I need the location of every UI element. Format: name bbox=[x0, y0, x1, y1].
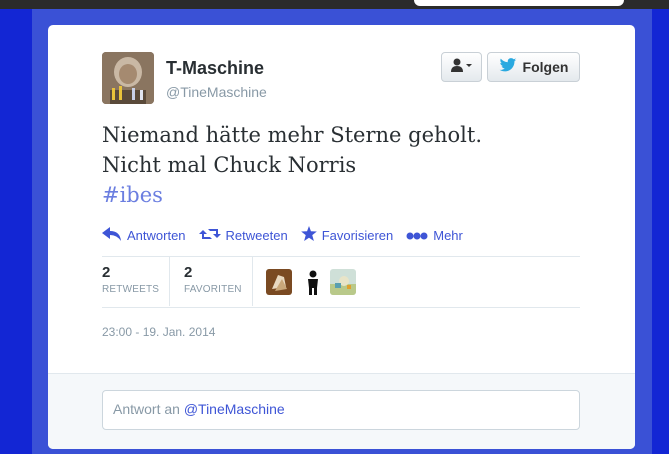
reply-area: Antwort an @TineMaschine bbox=[48, 373, 635, 449]
tweet-card: T-Maschine @TineMaschine Folgen Niemand … bbox=[48, 25, 635, 449]
favoriter-avatar[interactable] bbox=[266, 269, 292, 295]
retweet-icon bbox=[198, 227, 221, 244]
favorites-stat[interactable]: 2 FAVORITEN bbox=[184, 264, 242, 295]
tweet-timestamp[interactable]: 23:00 - 19. Jan. 2014 bbox=[102, 325, 215, 339]
hashtag-link[interactable]: #ibes bbox=[102, 180, 572, 210]
author-name[interactable]: T-Maschine bbox=[166, 58, 264, 79]
user-dropdown-icon bbox=[450, 58, 474, 77]
author-handle[interactable]: @TineMaschine bbox=[166, 84, 267, 100]
more-action[interactable]: Mehr bbox=[406, 226, 463, 244]
follow-label: Folgen bbox=[522, 59, 569, 75]
search-field[interactable] bbox=[414, 0, 624, 6]
divider bbox=[102, 307, 580, 308]
more-dots-icon bbox=[406, 228, 428, 243]
reply-input[interactable]: Antwort an @TineMaschine bbox=[102, 390, 580, 430]
reply-action[interactable]: Antworten bbox=[102, 226, 186, 244]
reply-label: Antworten bbox=[127, 227, 186, 243]
star-icon bbox=[300, 226, 317, 244]
tweet-text-line: Niemand hätte mehr Sterne geholt. bbox=[102, 123, 482, 147]
favoriter-avatar[interactable] bbox=[330, 269, 356, 295]
retweet-label: Retweeten bbox=[225, 227, 288, 243]
favoriter-avatar[interactable] bbox=[300, 269, 326, 295]
reply-placeholder-prefix: Antwort an bbox=[113, 401, 180, 417]
retweets-label: RETWEETS bbox=[102, 284, 160, 295]
retweets-stat[interactable]: 2 RETWEETS bbox=[102, 264, 159, 295]
twitter-bird-icon bbox=[499, 58, 517, 76]
favorites-label: FAVORITEN bbox=[184, 284, 242, 295]
favorites-count: 2 bbox=[184, 264, 193, 281]
top-navigation-bar bbox=[0, 0, 669, 9]
follow-button[interactable]: Folgen bbox=[487, 52, 580, 82]
reply-arrow-icon bbox=[102, 226, 122, 244]
more-label: Mehr bbox=[433, 227, 463, 243]
favorite-action[interactable]: Favorisieren bbox=[300, 226, 394, 244]
user-actions-dropdown[interactable] bbox=[441, 52, 482, 82]
divider bbox=[102, 256, 580, 257]
stat-separator bbox=[252, 257, 253, 306]
retweets-count: 2 bbox=[102, 264, 111, 281]
favorite-label: Favorisieren bbox=[321, 227, 394, 243]
tweet-actions: Antworten Retweeten Favorisieren Mehr bbox=[102, 226, 463, 244]
retweet-action[interactable]: Retweeten bbox=[198, 226, 288, 244]
reply-placeholder-mention: @TineMaschine bbox=[183, 401, 285, 417]
tweet-text-line: Nicht mal Chuck Norris bbox=[102, 153, 357, 177]
tweet-text: Niemand hätte mehr Sterne geholt. Nicht … bbox=[102, 120, 572, 210]
author-avatar[interactable] bbox=[102, 52, 154, 104]
stat-separator bbox=[169, 257, 170, 306]
